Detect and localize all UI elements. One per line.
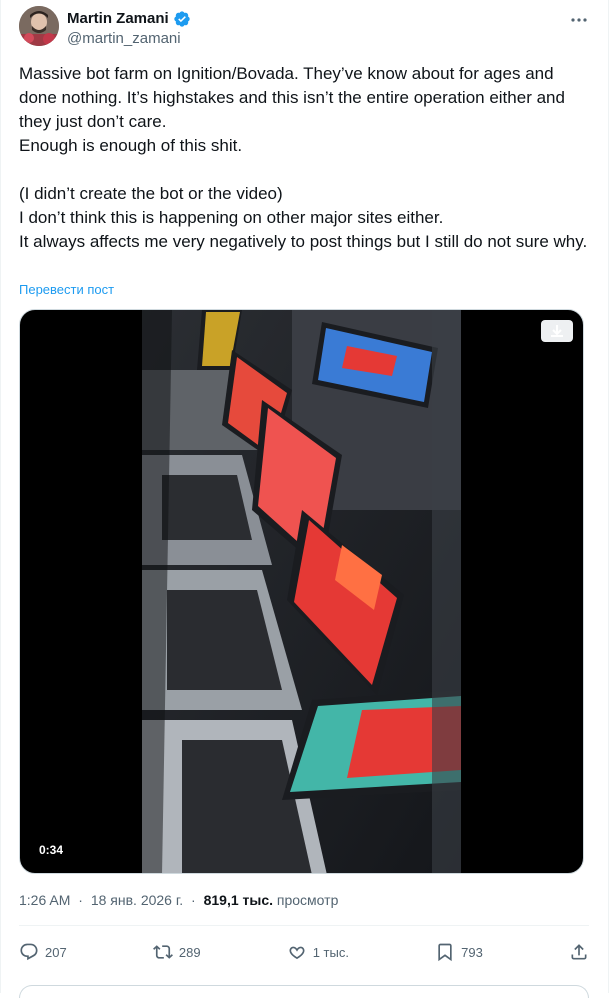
views-label: просмотр (276, 892, 339, 908)
tweet-line: Enough is enough of this shit. (19, 136, 243, 155)
tweet-line: It always affects me very negatively to … (19, 232, 588, 251)
handle[interactable]: @martin_zamani (67, 30, 181, 48)
share-icon (571, 944, 587, 960)
video-duration: 0:34 (34, 841, 69, 859)
avatar-image (19, 6, 59, 46)
tweet-meta: 1:26 AM · 18 янв. 2026 г. · 819,1 тыс. п… (19, 892, 338, 908)
tweet-header: Martin Zamani @martin_zamani (19, 6, 589, 50)
repost-count: 289 (178, 944, 201, 960)
tweet-date[interactable]: 18 янв. 2026 г. (91, 892, 183, 908)
reply-box-edge (19, 985, 589, 998)
like-count: 1 тыс. (312, 944, 349, 960)
bookmark-icon (438, 943, 452, 962)
like-button[interactable]: 1 тыс. (287, 942, 349, 962)
tweet-line: (I didn’t create the bot or the video) (19, 184, 283, 203)
views-count: 819,1 тыс. (203, 892, 274, 908)
video-player[interactable]: 0:34 (19, 309, 584, 874)
tweet-time[interactable]: 1:26 AM (19, 892, 70, 908)
translate-post-link[interactable]: Перевести пост (19, 282, 114, 297)
left-border (0, 0, 1, 993)
download-button[interactable] (541, 320, 573, 342)
bookmark-count: 793 (461, 944, 483, 960)
action-bar: 207 289 1 тыс. 793 (19, 938, 589, 966)
divider (19, 925, 589, 926)
meta-separator: · (78, 892, 83, 908)
reply-count: 207 (45, 944, 67, 960)
repost-button[interactable]: 289 (152, 942, 201, 962)
tweet-line: I don’t think this is happening on other… (19, 208, 444, 227)
tweet-text: Massive bot farm on Ignition/Bovada. The… (19, 62, 589, 254)
reply-icon (20, 943, 38, 961)
video-frame[interactable] (142, 310, 461, 873)
tweet-line (19, 158, 589, 182)
download-icon (551, 325, 563, 337)
avatar[interactable] (19, 6, 59, 46)
share-button[interactable] (569, 942, 589, 962)
video-thumbnail (142, 310, 461, 873)
more-options-icon[interactable] (569, 10, 589, 30)
bookmark-button[interactable]: 793 (435, 942, 483, 962)
tweet-line: Massive bot farm on Ignition/Bovada. The… (19, 64, 570, 131)
heart-icon (289, 946, 305, 960)
reply-button[interactable]: 207 (19, 942, 67, 962)
display-name[interactable]: Martin Zamani (67, 10, 169, 28)
meta-separator: · (191, 892, 196, 908)
name-row: Martin Zamani (67, 10, 191, 28)
repost-icon (152, 945, 173, 959)
verified-badge-icon (173, 10, 191, 28)
